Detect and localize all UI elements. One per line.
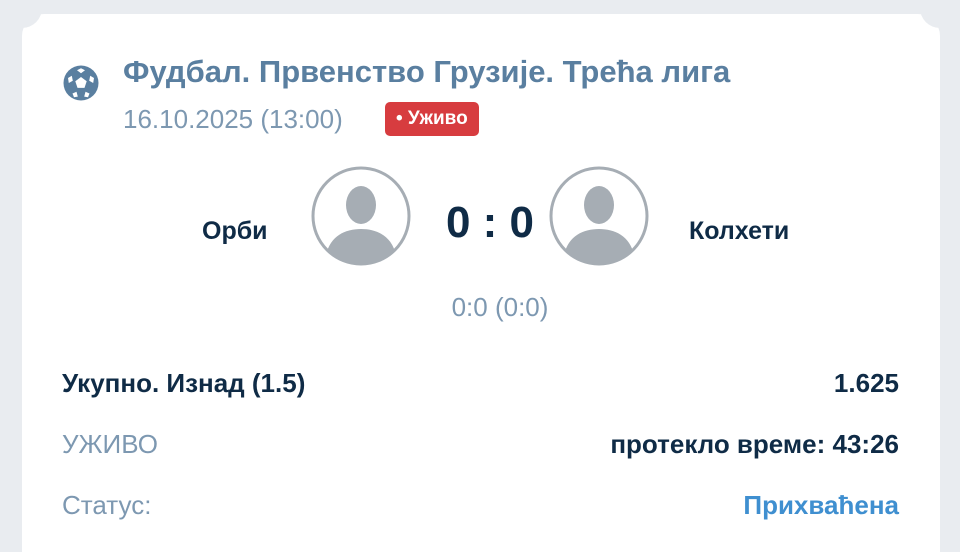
status-value: Прихваћена [743, 490, 899, 520]
away-team-avatar-icon [549, 166, 649, 266]
live-label: УЖИВО [62, 429, 158, 459]
score-detail: 0:0 (0:0) [451, 292, 549, 322]
bet-market: Укупно. Изнад (1.5) [62, 368, 306, 398]
event-datetime: 16.10.2025 (13:00) [123, 104, 343, 134]
away-team-name: Колхети [689, 217, 790, 245]
home-team-avatar-icon [311, 166, 411, 266]
elapsed-time: протекло време: 43:26 [610, 429, 899, 459]
match-score: 0 : 0 [445, 198, 535, 247]
event-title: Фудбал. Првенство Грузије. Трећа лига [123, 54, 731, 89]
football-icon [63, 65, 99, 101]
live-badge: • Уживо [385, 102, 479, 136]
home-team-name: Орби [202, 217, 268, 245]
bet-card: Фудбал. Првенство Грузије. Трећа лига 16… [2, 0, 960, 552]
ticket-notch-left [2, 0, 42, 28]
bet-odds: 1.625 [833, 368, 899, 398]
status-label: Статус: [62, 490, 152, 520]
ticket-notch-right [920, 0, 960, 28]
